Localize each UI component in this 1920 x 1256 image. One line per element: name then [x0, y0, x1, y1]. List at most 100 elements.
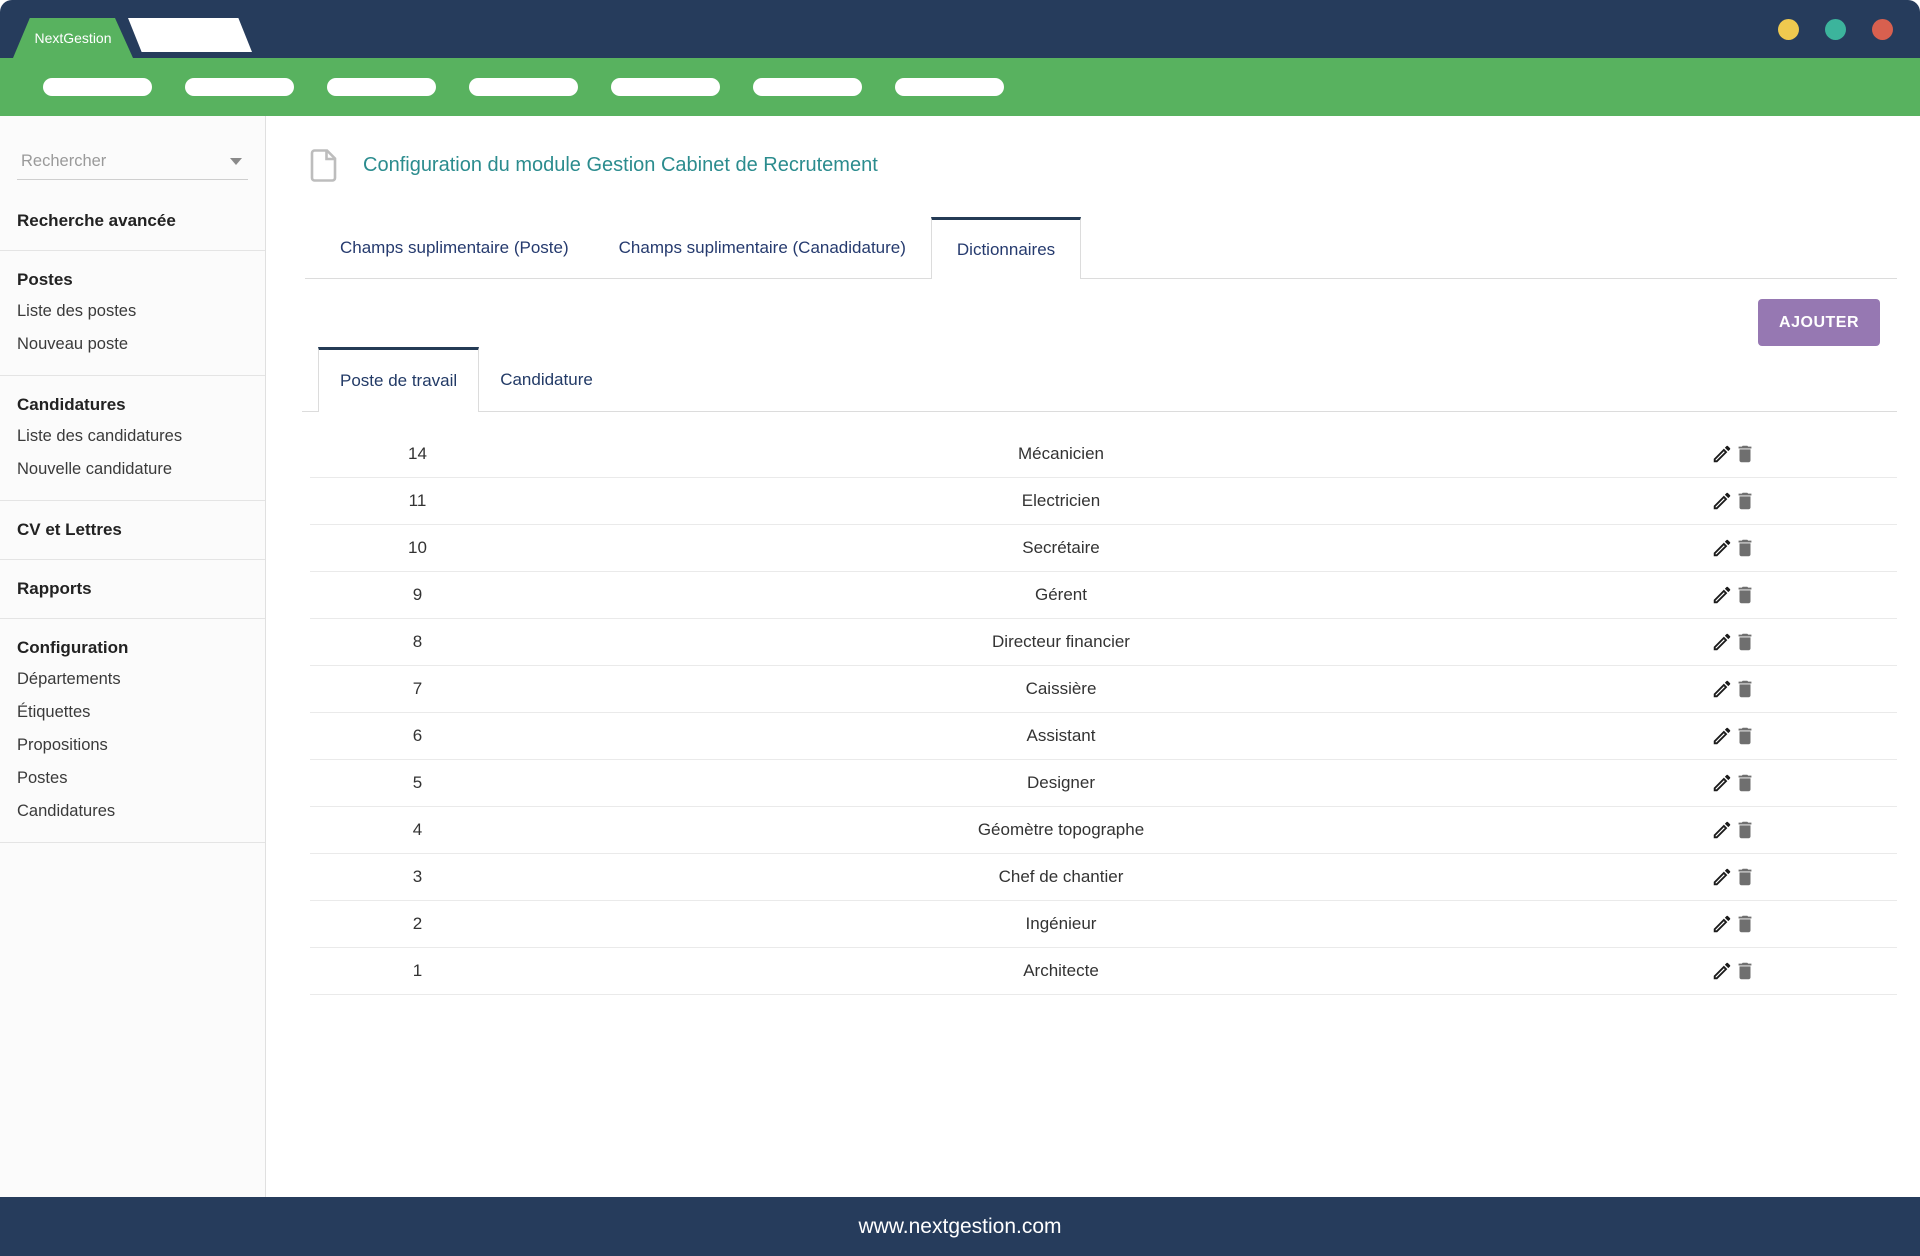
nav-item-placeholder[interactable]	[469, 78, 578, 96]
delete-button[interactable]	[1734, 772, 1756, 794]
sidebar-item-nouveau-poste[interactable]: Nouveau poste	[17, 328, 248, 361]
edit-button[interactable]	[1711, 772, 1733, 794]
toolbar: AJOUTER	[310, 299, 1897, 346]
edit-button[interactable]	[1711, 678, 1733, 700]
row-actions	[1597, 866, 1897, 888]
row-actions	[1597, 584, 1897, 606]
edit-button[interactable]	[1711, 631, 1733, 653]
tab-champs-suplimentaire-poste[interactable]: Champs suplimentaire (Poste)	[315, 217, 594, 279]
row-actions	[1597, 490, 1897, 512]
edit-button[interactable]	[1711, 913, 1733, 935]
search-placeholder: Rechercher	[21, 152, 107, 170]
row-id: 8	[412, 632, 423, 651]
sidebar-header-recherche-avancee[interactable]: Recherche avancée	[17, 205, 248, 236]
footer-url[interactable]: www.nextgestion.com	[858, 1215, 1061, 1239]
table-row: 1 Architecte	[310, 948, 1897, 995]
row-label: Caissière	[1025, 679, 1097, 698]
table-row: 14 Mécanicien	[310, 431, 1897, 478]
edit-button[interactable]	[1711, 866, 1733, 888]
sidebar-item-liste-des-candidatures[interactable]: Liste des candidatures	[17, 420, 248, 453]
sidebar-item-propositions[interactable]: Propositions	[17, 729, 248, 762]
delete-button[interactable]	[1734, 490, 1756, 512]
brand-label: NextGestion	[34, 30, 112, 46]
row-actions	[1597, 960, 1897, 982]
brand-tab[interactable]: NextGestion	[13, 18, 133, 58]
row-label: Secrétaire	[1022, 538, 1100, 557]
edit-button[interactable]	[1711, 443, 1733, 465]
content-area: Configuration du module Gestion Cabinet …	[266, 116, 1920, 1197]
row-label: Assistant	[1026, 726, 1096, 745]
tab-dictionnaires[interactable]: Dictionnaires	[930, 217, 1082, 279]
delete-button[interactable]	[1734, 678, 1756, 700]
sidebar-sections: Recherche avancée Postes Liste des postes N…	[0, 192, 265, 843]
delete-button[interactable]	[1734, 631, 1756, 653]
delete-button[interactable]	[1734, 725, 1756, 747]
table-row: 10 Secrétaire	[310, 525, 1897, 572]
row-label: Ingénieur	[1025, 914, 1097, 933]
row-label: Gérent	[1035, 585, 1087, 604]
row-actions	[1597, 443, 1897, 465]
row-label: Electricien	[1021, 491, 1101, 510]
sidebar-header-candidatures[interactable]: Candidatures	[17, 389, 248, 420]
delete-button[interactable]	[1734, 866, 1756, 888]
nav-item-placeholder[interactable]	[611, 78, 720, 96]
inactive-window-tab[interactable]	[128, 18, 252, 52]
sidebar-item-postes[interactable]: Postes	[17, 762, 248, 795]
nav-item-placeholder[interactable]	[43, 78, 152, 96]
table-row: 4 Géomètre topographe	[310, 807, 1897, 854]
sidebar-section: Configuration Départements Étiquettes Propo…	[0, 618, 265, 843]
sidebar-header-postes[interactable]: Postes	[17, 264, 248, 295]
sidebar-item-liste-des-postes[interactable]: Liste des postes	[17, 295, 248, 328]
close-button[interactable]	[1872, 19, 1893, 40]
tab-champs-suplimentaire-canadidature[interactable]: Champs suplimentaire (Canadidature)	[594, 217, 931, 279]
maximize-button[interactable]	[1825, 19, 1846, 40]
sidebar-header-configuration[interactable]: Configuration	[17, 632, 248, 663]
add-button[interactable]: AJOUTER	[1758, 299, 1880, 346]
edit-button[interactable]	[1711, 819, 1733, 841]
table-row: 9 Gérent	[310, 572, 1897, 619]
sidebar-header-rapports[interactable]: Rapports	[17, 573, 248, 604]
sidebar-item-etiquettes[interactable]: Étiquettes	[17, 696, 248, 729]
row-id: 5	[412, 773, 423, 792]
delete-button[interactable]	[1734, 537, 1756, 559]
delete-button[interactable]	[1734, 913, 1756, 935]
table-row: 6 Assistant	[310, 713, 1897, 760]
edit-button[interactable]	[1711, 725, 1733, 747]
row-actions	[1597, 913, 1897, 935]
delete-button[interactable]	[1734, 584, 1756, 606]
row-actions	[1597, 631, 1897, 653]
main-tabs: Champs suplimentaire (Poste) Champs supli…	[305, 217, 1897, 279]
sidebar-header-cv-et-lettres[interactable]: CV et Lettres	[17, 514, 248, 545]
tab-poste-de-travail[interactable]: Poste de travail	[318, 347, 480, 412]
page-title: Configuration du module Gestion Cabinet …	[363, 153, 878, 176]
dictionary-subtabs: Poste de travail Candidature	[302, 347, 1897, 412]
edit-button[interactable]	[1711, 584, 1733, 606]
delete-button[interactable]	[1734, 443, 1756, 465]
delete-button[interactable]	[1734, 960, 1756, 982]
row-actions	[1597, 725, 1897, 747]
row-label: Mécanicien	[1018, 444, 1104, 463]
minimize-button[interactable]	[1778, 19, 1799, 40]
nav-item-placeholder[interactable]	[895, 78, 1004, 96]
nav-item-placeholder[interactable]	[185, 78, 294, 96]
nav-item-placeholder[interactable]	[327, 78, 436, 96]
search-select[interactable]: Rechercher	[17, 144, 248, 180]
row-actions	[1597, 772, 1897, 794]
document-icon	[310, 148, 337, 182]
edit-button[interactable]	[1711, 490, 1733, 512]
edit-button[interactable]	[1711, 960, 1733, 982]
sidebar-item-candidatures[interactable]: Candidatures	[17, 795, 248, 828]
nav-item-placeholder[interactable]	[753, 78, 862, 96]
page-title-row: Configuration du module Gestion Cabinet …	[310, 147, 1897, 183]
row-actions	[1597, 819, 1897, 841]
sidebar-section: Postes Liste des postes Nouveau poste	[0, 250, 265, 375]
sidebar-item-nouvelle-candidature[interactable]: Nouvelle candidature	[17, 453, 248, 486]
row-label: Designer	[1026, 773, 1096, 792]
row-label: Directeur financier	[992, 632, 1130, 651]
table-row: 3 Chef de chantier	[310, 854, 1897, 901]
edit-button[interactable]	[1711, 537, 1733, 559]
delete-button[interactable]	[1734, 819, 1756, 841]
sidebar-item-departements[interactable]: Départements	[17, 663, 248, 696]
tab-candidature[interactable]: Candidature	[479, 347, 614, 412]
row-label: Géomètre topographe	[977, 820, 1145, 839]
